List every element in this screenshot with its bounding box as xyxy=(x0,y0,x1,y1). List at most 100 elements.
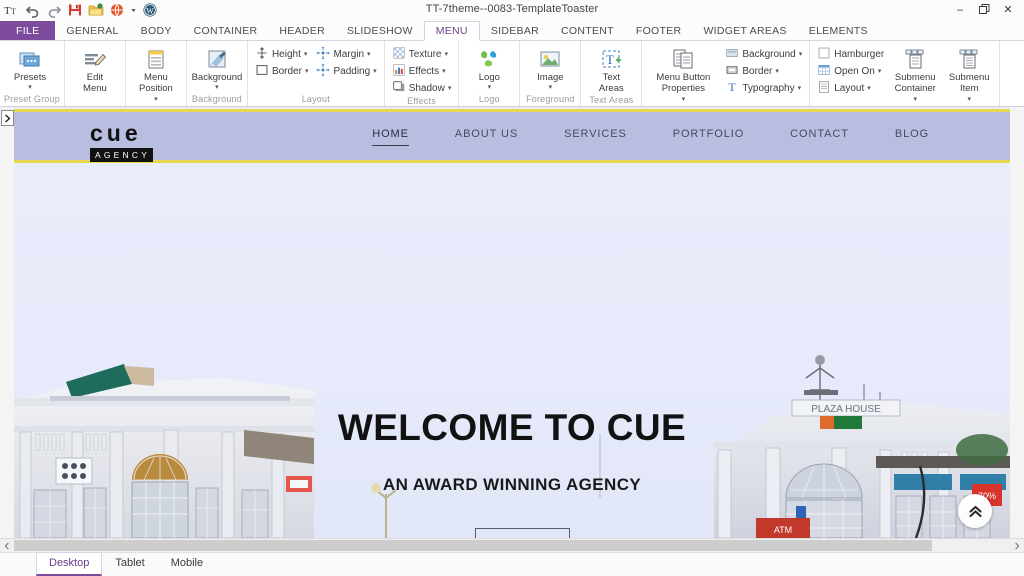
submenu-layout-button[interactable]: Layout▾ xyxy=(814,80,887,96)
ribbon-group-foreground: Image▾Foreground xyxy=(520,41,581,106)
chevron-down-icon[interactable]: ▾ xyxy=(488,84,492,91)
site-logo[interactable]: cue AGENCY xyxy=(90,122,186,163)
device-tab-tablet[interactable]: Tablet xyxy=(102,552,157,576)
chevron-down-icon[interactable]: ▾ xyxy=(968,96,972,103)
mb-border-button[interactable]: Border▾ xyxy=(722,63,805,79)
canvas-horizontal-scrollbar[interactable] xyxy=(0,538,1024,552)
height-button[interactable]: Height▾ xyxy=(252,46,312,62)
chevron-down-icon[interactable]: ▾ xyxy=(775,67,779,75)
ribbon-tab-header[interactable]: HEADER xyxy=(268,21,336,40)
logo-button[interactable]: Logo▾ xyxy=(463,45,515,92)
chevron-down-icon[interactable]: ▾ xyxy=(444,50,448,58)
menu-position-button[interactable]: MenuPosition ▾ xyxy=(130,45,182,106)
device-tab-desktop[interactable]: Desktop xyxy=(36,552,102,576)
close-button[interactable]: ✕ xyxy=(996,0,1020,19)
device-tab-mobile[interactable]: Mobile xyxy=(158,552,216,576)
ribbon-group-g2: MenuPosition ▾ xyxy=(126,41,187,106)
menu-button-properties-button[interactable]: Menu ButtonProperties ▾ xyxy=(646,45,720,106)
chevron-down-icon[interactable]: ▾ xyxy=(682,96,686,103)
nav-item-portfolio[interactable]: PORTFOLIO xyxy=(650,128,767,146)
nav-item-contact[interactable]: CONTACT xyxy=(767,128,872,146)
ribbon-tab-file[interactable]: FILE xyxy=(0,21,55,40)
typography-button[interactable]: TTypography▾ xyxy=(722,80,805,96)
chevron-down-icon[interactable]: ▾ xyxy=(304,50,308,58)
ribbon-group-submenu: HamburgerOpen On▾Layout▾SubmenuContainer… xyxy=(810,41,1000,106)
edit-menu-icon xyxy=(83,47,107,71)
text-areas-button[interactable]: TTextAreas xyxy=(585,45,637,95)
chevron-down-icon[interactable]: ▾ xyxy=(28,84,32,91)
left-panel-expander-button[interactable] xyxy=(1,110,14,126)
presets-button[interactable]: Presets▾ xyxy=(4,45,56,92)
mb-border-label: Border xyxy=(742,66,772,77)
mb-background-label: Background xyxy=(742,49,795,60)
svg-text:T: T xyxy=(729,81,736,94)
ribbon-tab-slideshow[interactable]: SLIDESHOW xyxy=(336,21,424,40)
scrollbar-thumb[interactable] xyxy=(14,540,932,551)
scrollbar-track[interactable] xyxy=(14,539,1010,552)
ribbon-tab-container[interactable]: CONTAINER xyxy=(183,21,269,40)
margin-button[interactable]: Margin▾ xyxy=(313,46,379,62)
ribbon-group-g1: EditMenu xyxy=(65,41,126,106)
scroll-left-button[interactable] xyxy=(0,539,14,552)
ribbon-tab-sidebar[interactable]: SIDEBAR xyxy=(480,21,550,40)
chevron-down-icon[interactable]: ▾ xyxy=(373,67,377,75)
edit-menu-label: EditMenu xyxy=(83,73,107,94)
nav-item-home[interactable]: HOME xyxy=(349,128,432,146)
texture-label: Texture xyxy=(409,49,442,60)
window-controls: – ✕ xyxy=(948,0,1020,19)
height-icon xyxy=(255,46,269,63)
open-on-icon xyxy=(817,63,831,80)
mb-background-icon xyxy=(725,46,739,63)
chevron-down-icon[interactable]: ▾ xyxy=(549,84,553,91)
image-button[interactable]: Image▾ xyxy=(524,45,576,92)
padding-button[interactable]: Padding▾ xyxy=(313,63,379,79)
submenu-item-button[interactable]: SubmenuItem ▾ xyxy=(943,45,995,106)
scroll-to-top-button[interactable] xyxy=(958,494,992,528)
chevron-down-icon[interactable]: ▾ xyxy=(798,84,802,92)
effects-icon xyxy=(392,63,406,80)
open-on-button[interactable]: Open On▾ xyxy=(814,63,887,79)
border-button[interactable]: Border▾ xyxy=(252,63,312,79)
chevron-down-icon[interactable]: ▾ xyxy=(215,84,219,91)
ribbon-tab-content[interactable]: CONTENT xyxy=(550,21,625,40)
chevron-down-icon[interactable]: ▾ xyxy=(878,67,882,75)
shadow-button[interactable]: Shadow▾ xyxy=(389,80,455,96)
mb-background-button[interactable]: Background ▾ xyxy=(722,46,805,62)
hamburger-checkbox-label: Hamburger xyxy=(834,49,884,60)
chevron-down-icon[interactable]: ▾ xyxy=(442,67,446,75)
nav-item-about-us[interactable]: ABOUT US xyxy=(432,128,541,146)
chevron-down-icon[interactable]: ▾ xyxy=(154,96,158,103)
presets-icon xyxy=(18,47,42,71)
texture-button[interactable]: Texture▾ xyxy=(389,46,455,62)
restore-button[interactable] xyxy=(972,0,996,19)
chevron-down-icon[interactable]: ▾ xyxy=(914,96,918,103)
submenu-container-icon xyxy=(903,47,927,71)
submenu-container-button[interactable]: SubmenuContainer ▾ xyxy=(889,45,941,106)
border-label: Border xyxy=(272,66,302,77)
ribbon-tab-menu[interactable]: MENU xyxy=(424,21,480,41)
hamburger-checkbox-button[interactable]: Hamburger xyxy=(814,46,887,62)
chevron-down-icon[interactable]: ▾ xyxy=(448,84,452,92)
nav-item-services[interactable]: SERVICES xyxy=(541,128,650,146)
design-canvas: cue AGENCY HOMEABOUT USSERVICESPORTFOLIO… xyxy=(0,107,1024,538)
chevron-down-icon[interactable]: ▾ xyxy=(305,67,309,75)
background-button[interactable]: Background▾ xyxy=(191,45,243,92)
edit-menu-button[interactable]: EditMenu xyxy=(69,45,121,95)
open-on-label: Open On xyxy=(834,66,875,77)
ribbon-tab-elements[interactable]: ELEMENTS xyxy=(798,21,879,40)
minimize-button[interactable]: – xyxy=(948,0,972,19)
effects-button[interactable]: Effects▾ xyxy=(389,63,455,79)
ribbon-tab-general[interactable]: GENERAL xyxy=(55,21,129,40)
chevron-down-icon[interactable]: ▾ xyxy=(867,84,871,92)
hero-about-us-button[interactable]: ABOUT US xyxy=(475,528,570,538)
menu-position-label: MenuPosition ▾ xyxy=(139,73,173,105)
ribbon-tab-footer[interactable]: FOOTER xyxy=(625,21,693,40)
chevron-down-icon[interactable]: ▾ xyxy=(799,50,803,58)
ribbon-group-effects: Texture▾Effects▾Shadow▾Effects xyxy=(385,41,460,106)
nav-item-blog[interactable]: BLOG xyxy=(872,128,952,146)
scroll-right-button[interactable] xyxy=(1010,539,1024,552)
mb-border-icon xyxy=(725,63,739,80)
ribbon-tab-body[interactable]: BODY xyxy=(130,21,183,40)
ribbon-tab-widget-areas[interactable]: WIDGET AREAS xyxy=(692,21,797,40)
chevron-down-icon[interactable]: ▾ xyxy=(367,50,371,58)
